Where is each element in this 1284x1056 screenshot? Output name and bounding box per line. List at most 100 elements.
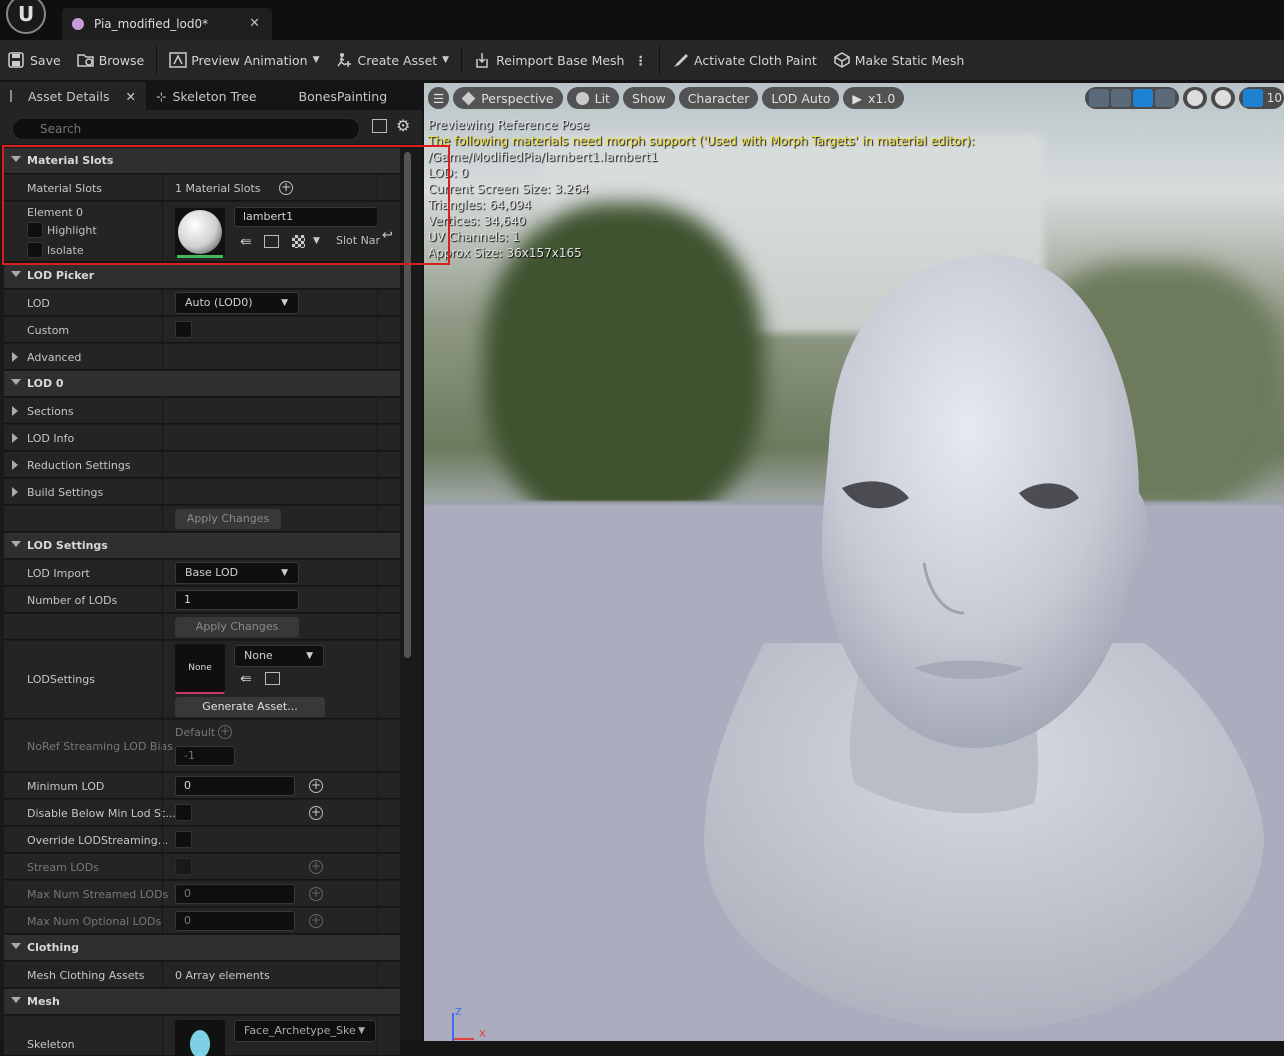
max-streamed-lods-field[interactable]: 0	[175, 884, 295, 904]
lodsettings-thumbnail[interactable]: None	[175, 644, 225, 694]
transform-tool-group	[1084, 87, 1179, 109]
noref-bias-field[interactable]: -1	[175, 746, 235, 766]
preview-viewport[interactable]: ☰ Perspective Lit Show Character LOD Aut…	[424, 83, 1284, 1041]
skeleton-thumbnail[interactable]	[175, 1020, 225, 1056]
viewport-menu-button[interactable]: ☰	[428, 87, 450, 109]
material-name-field[interactable]: lambert1	[234, 207, 377, 227]
close-tab-icon[interactable]: ✕	[249, 16, 260, 31]
minimum-lod-field[interactable]: 0	[175, 776, 295, 796]
add-override-icon[interactable]: +	[309, 779, 323, 793]
chevron-down-icon: ▼	[358, 1026, 365, 1036]
stream-lods-checkbox[interactable]	[175, 858, 192, 875]
activate-cloth-paint-button[interactable]: Activate Cloth Paint	[664, 45, 825, 75]
tab-asset-details[interactable]: Asset Details ✕	[0, 82, 146, 110]
add-material-slot-icon[interactable]: +	[279, 181, 293, 195]
playback-speed-button[interactable]: ▶ x1.0	[843, 87, 905, 109]
translate-tool-icon[interactable]	[1110, 89, 1131, 107]
table-view-icon[interactable]	[372, 119, 387, 133]
viewport-transform-tools: 10	[1084, 87, 1284, 109]
property-advanced[interactable]: Advanced	[4, 344, 400, 370]
category-material-slots[interactable]: Material Slots	[4, 148, 400, 174]
grid-snap-icon	[1242, 89, 1263, 107]
preview-animation-button[interactable]: Preview Animation ▼	[161, 45, 327, 75]
panel-tabs: Asset Details ✕ ⊹ Skeleton Tree BonesPai…	[0, 82, 422, 110]
max-optional-lods-field[interactable]: 0	[175, 911, 295, 931]
disable-below-checkbox[interactable]	[175, 804, 192, 821]
property-sections[interactable]: Sections	[4, 398, 400, 424]
category-lod-0[interactable]: LOD 0	[4, 371, 400, 397]
search-input[interactable]	[12, 118, 360, 140]
add-override-icon[interactable]: +	[309, 914, 323, 928]
add-override-icon[interactable]: +	[309, 860, 323, 874]
number-of-lods-field[interactable]: 1	[175, 590, 299, 610]
highlight-checkbox[interactable]	[27, 222, 43, 238]
add-override-icon[interactable]: +	[218, 725, 232, 739]
perspective-button[interactable]: Perspective	[453, 87, 563, 109]
save-icon	[8, 52, 24, 68]
property-reduction-settings[interactable]: Reduction Settings	[4, 452, 400, 478]
lod-auto-button[interactable]: LOD Auto	[762, 87, 840, 109]
reimport-base-mesh-button[interactable]: Reimport Base Mesh ⋮	[466, 45, 655, 75]
document-tab[interactable]: Pia_modified_lod0* ✕	[62, 8, 272, 40]
highlight-label: Highlight	[47, 224, 97, 237]
apply-changes-row-2: Apply Changes	[4, 614, 400, 640]
details-scrollbar[interactable]	[404, 152, 411, 658]
browse-button[interactable]: Browse	[69, 45, 153, 75]
checker-material-icon[interactable]	[292, 235, 305, 248]
grid-snap-button[interactable]: 10	[1238, 87, 1284, 109]
isolate-checkbox[interactable]	[27, 242, 43, 258]
category-lod-picker[interactable]: LOD Picker	[4, 263, 400, 289]
category-mesh[interactable]: Mesh	[4, 989, 400, 1015]
add-override-icon[interactable]: +	[309, 887, 323, 901]
custom-checkbox[interactable]	[175, 321, 192, 338]
document-tab-title: Pia_modified_lod0*	[94, 17, 209, 31]
property-disable-below-min-lod: Disable Below Min Lod St... +	[4, 800, 400, 826]
save-button[interactable]: Save	[0, 45, 69, 75]
property-lod-info[interactable]: LOD Info	[4, 425, 400, 451]
select-tool-icon[interactable]	[1088, 89, 1109, 107]
lit-button[interactable]: Lit	[566, 87, 619, 109]
surface-snap-button[interactable]	[1210, 87, 1235, 109]
use-selected-arrow-icon[interactable]: ⇚	[240, 671, 252, 687]
preview-animation-icon	[169, 52, 187, 68]
collapse-arrow-icon	[11, 541, 21, 547]
use-selected-arrow-icon[interactable]: ⇚	[240, 234, 252, 250]
viewport-toolbar: ☰ Perspective Lit Show Character LOD Aut…	[428, 87, 905, 109]
close-tab-icon[interactable]: ✕	[125, 89, 135, 104]
property-build-settings[interactable]: Build Settings	[4, 479, 400, 505]
make-static-mesh-button[interactable]: Make Static Mesh	[825, 45, 973, 75]
tab-skeleton-tree[interactable]: ⊹ Skeleton Tree	[146, 82, 267, 110]
coordinate-space-button[interactable]	[1182, 87, 1207, 109]
apply-changes-button[interactable]: Apply Changes	[175, 509, 281, 529]
browse-folder-icon[interactable]	[264, 235, 279, 248]
chevron-down-icon[interactable]: ▼	[313, 236, 320, 246]
unreal-logo-icon[interactable]: U	[6, 0, 46, 34]
category-clothing[interactable]: Clothing	[4, 935, 400, 961]
chevron-down-icon: ▼	[312, 55, 320, 65]
tab-bones-painting[interactable]: BonesPainting	[289, 82, 398, 110]
scale-tool-icon[interactable]	[1154, 89, 1175, 107]
create-asset-button[interactable]: Create Asset ▼	[327, 45, 457, 75]
reset-arrow-icon[interactable]: ↩	[382, 228, 393, 243]
property-skeleton: Skeleton Face_Archetype_Ske ▼	[4, 1016, 400, 1056]
apply-changes-row: Apply Changes	[4, 506, 400, 532]
browse-folder-icon[interactable]	[265, 672, 280, 685]
show-button[interactable]: Show	[622, 87, 675, 109]
skeleton-dropdown[interactable]: Face_Archetype_Ske ▼	[234, 1020, 376, 1042]
world-space-icon	[1186, 90, 1203, 106]
more-options-icon[interactable]: ⋮	[634, 53, 647, 68]
material-thumbnail[interactable]	[175, 208, 225, 258]
generate-asset-button[interactable]: Generate Asset...	[175, 697, 325, 717]
gear-icon[interactable]: ⚙	[396, 116, 410, 135]
grid-snap-value: 10	[1266, 91, 1282, 105]
add-override-icon[interactable]: +	[309, 806, 323, 820]
rotate-tool-icon[interactable]	[1132, 89, 1153, 107]
lodsettings-dropdown[interactable]: None ▼	[234, 645, 324, 667]
lod-dropdown[interactable]: Auto (LOD0) ▼	[175, 292, 299, 314]
override-lod-streaming-checkbox[interactable]	[175, 831, 192, 848]
category-lod-settings[interactable]: LOD Settings	[4, 533, 400, 559]
property-lodsettings: LODSettings None None ▼ ⇚ Generate Asset.…	[4, 641, 400, 719]
character-button[interactable]: Character	[678, 87, 759, 109]
lod-import-dropdown[interactable]: Base LOD ▼	[175, 562, 299, 584]
apply-changes-button-2[interactable]: Apply Changes	[175, 617, 299, 637]
